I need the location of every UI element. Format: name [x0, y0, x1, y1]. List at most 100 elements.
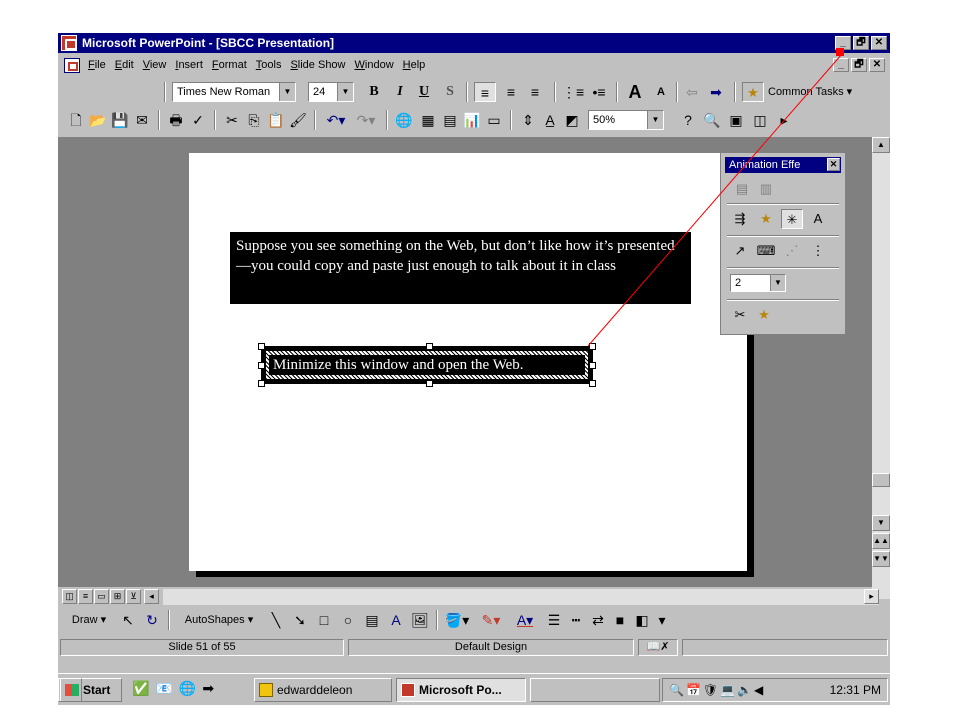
doc-minimize-button[interactable]: _	[833, 58, 849, 72]
flash-once-effect-icon[interactable]: A	[807, 209, 829, 229]
undo-icon[interactable]: ↶▾	[322, 110, 350, 130]
drop-in-effect-icon[interactable]: ⋮	[807, 241, 829, 261]
slide-canvas[interactable]: Suppose you see something on the Web, bu…	[189, 153, 747, 571]
wordart-icon[interactable]: A	[386, 610, 406, 630]
common-tasks-button[interactable]: Common Tasks ▾	[768, 82, 878, 102]
more-buttons-icon[interactable]: ▸	[774, 110, 794, 130]
format-painter-icon[interactable]: 🖌	[288, 110, 308, 130]
expand-all-icon[interactable]: ⇕	[518, 110, 538, 130]
numbering-icon[interactable]: ⋮≡	[562, 82, 584, 102]
free-rotate-icon[interactable]: ↻	[142, 610, 162, 630]
line-style-icon[interactable]: ☰	[544, 610, 564, 630]
font-color-icon[interactable]: A▾	[510, 610, 540, 630]
camera-effect-icon[interactable]: ✳	[781, 209, 803, 229]
resize-handle[interactable]	[426, 380, 433, 387]
close-button[interactable]: ✕	[871, 36, 887, 50]
align-right-icon[interactable]: ≡	[524, 82, 546, 102]
menu-window[interactable]: Window	[355, 59, 394, 71]
menu-format[interactable]: Format	[212, 59, 247, 71]
desktop-icon[interactable]: ✅	[132, 680, 155, 696]
zoom-combo[interactable]: 50% ▼	[588, 110, 664, 130]
bold-button[interactable]: B	[364, 82, 384, 102]
slide-sorter-view-icon[interactable]: ⊞	[110, 589, 125, 604]
increase-font-size-icon[interactable]: A	[624, 82, 646, 102]
reverse-order-effect-icon[interactable]: ⋰	[781, 241, 803, 261]
menu-slide-show[interactable]: Slide Show	[290, 59, 345, 71]
flying-effect-icon[interactable]: ★	[755, 209, 777, 229]
more-buttons-icon[interactable]: ▾	[654, 610, 670, 630]
drive-in-effect-icon[interactable]: ⇶	[729, 209, 751, 229]
chevron-down-icon[interactable]: ▼	[647, 111, 663, 129]
align-center-icon[interactable]: ≡	[500, 82, 522, 102]
outlook-icon[interactable]: 📧	[155, 680, 178, 696]
task-edwarddeleon[interactable]: edwarddeleon	[254, 678, 392, 702]
resize-handle[interactable]	[426, 343, 433, 350]
internet-explorer-icon[interactable]: 🌐	[179, 680, 202, 696]
line-tool-icon[interactable]: ╲	[266, 610, 286, 630]
paste-icon[interactable]: 📋	[266, 110, 286, 130]
spelling-icon[interactable]: ✓	[188, 110, 208, 130]
insert-chart-icon[interactable]: 📊	[462, 110, 482, 130]
document-icon[interactable]	[64, 58, 80, 73]
custom-animation-icon[interactable]: ✂	[729, 305, 751, 325]
menu-view[interactable]: View	[143, 59, 167, 71]
selected-text-box[interactable]: Minimize this window and open the Web.	[258, 343, 596, 387]
new-slide-icon[interactable]: ▭	[484, 110, 504, 130]
dash-style-icon[interactable]: ┅	[566, 610, 586, 630]
tables-borders-icon[interactable]: ▦	[418, 110, 438, 130]
redo-icon[interactable]: ↷▾	[352, 110, 380, 130]
scroll-down-icon[interactable]: ▼	[872, 515, 890, 531]
find-icon[interactable]: 🔍	[702, 110, 722, 130]
outline-view-icon[interactable]: ≡	[78, 589, 93, 604]
new-icon[interactable]: 🗋	[66, 110, 86, 130]
animation-effects-title-bar[interactable]: Animation Effe ✕	[725, 157, 841, 173]
close-icon[interactable]: ✕	[827, 158, 840, 171]
decrease-font-size-icon[interactable]: A	[650, 82, 672, 102]
chevron-down-icon[interactable]: ▼	[337, 83, 353, 101]
save-icon[interactable]: 💾	[110, 110, 130, 130]
tray-icons[interactable]: 🔍📅🛡💻🔈◀	[669, 679, 765, 701]
scroll-up-icon[interactable]: ▲	[872, 137, 890, 153]
copy-icon[interactable]: ⎘	[244, 110, 264, 130]
chevron-down-icon[interactable]: ▼	[279, 83, 295, 101]
autoshapes-menu-button[interactable]: AutoShapes ▾	[176, 610, 262, 630]
resize-handle[interactable]	[589, 362, 596, 369]
chevron-down-icon[interactable]: ▼	[770, 275, 785, 291]
grayscale-icon[interactable]: ◩	[562, 110, 582, 130]
menu-help[interactable]: Help	[403, 59, 426, 71]
scroll-left-icon[interactable]: ◂	[144, 589, 159, 604]
animate-title-icon[interactable]: ▤	[731, 179, 753, 199]
resize-handle[interactable]	[258, 343, 265, 350]
laser-text-effect-icon[interactable]: ↗	[729, 241, 751, 261]
normal-view-icon[interactable]: ◫	[62, 589, 77, 604]
task-empty[interactable]	[530, 678, 660, 702]
doc-close-button[interactable]: ✕	[869, 58, 885, 72]
restore-button[interactable]: 🗗	[853, 36, 869, 50]
3d-icon[interactable]: ◧	[632, 610, 652, 630]
animation-preview-icon[interactable]: ★	[753, 305, 775, 325]
menu-file[interactable]: File	[88, 59, 106, 71]
vertical-scrollbar[interactable]: ▲ ▼ ▲▲ ▼▼	[872, 137, 890, 599]
menu-tools[interactable]: Tools	[256, 59, 282, 71]
previous-slide-icon[interactable]: ▲▲	[872, 533, 890, 549]
bullets-icon[interactable]: •≡	[588, 82, 610, 102]
promote-icon[interactable]: ⇦	[682, 82, 702, 102]
typewriter-effect-icon[interactable]: ⌨	[755, 241, 777, 261]
menu-insert[interactable]: Insert	[175, 59, 203, 71]
arrow-style-icon[interactable]: ⇄	[588, 610, 608, 630]
doc-restore-button[interactable]: 🗗	[851, 58, 867, 72]
task-microsoft-powerpoint[interactable]: Microsoft Po...	[396, 678, 526, 702]
scroll-thumb[interactable]	[872, 473, 890, 487]
font-name-combo[interactable]: Times New Roman ▼	[172, 82, 296, 102]
demote-icon[interactable]: ➡	[706, 82, 726, 102]
fill-color-icon[interactable]: 🪣▾	[442, 610, 472, 630]
italic-button[interactable]: I	[390, 82, 410, 102]
insert-table-icon[interactable]: ▤	[440, 110, 460, 130]
align-left-icon[interactable]: ≡	[474, 82, 496, 102]
title-bar[interactable]: Microsoft PowerPoint - [SBCC Presentatio…	[58, 33, 890, 53]
next-slide-icon[interactable]: ▼▼	[872, 551, 890, 567]
text-box-tool-icon[interactable]: ▤	[362, 610, 382, 630]
resize-handle[interactable]	[258, 380, 265, 387]
show-formatting-icon[interactable]: A̲	[540, 110, 560, 130]
select-objects-icon[interactable]: ↖	[118, 610, 138, 630]
